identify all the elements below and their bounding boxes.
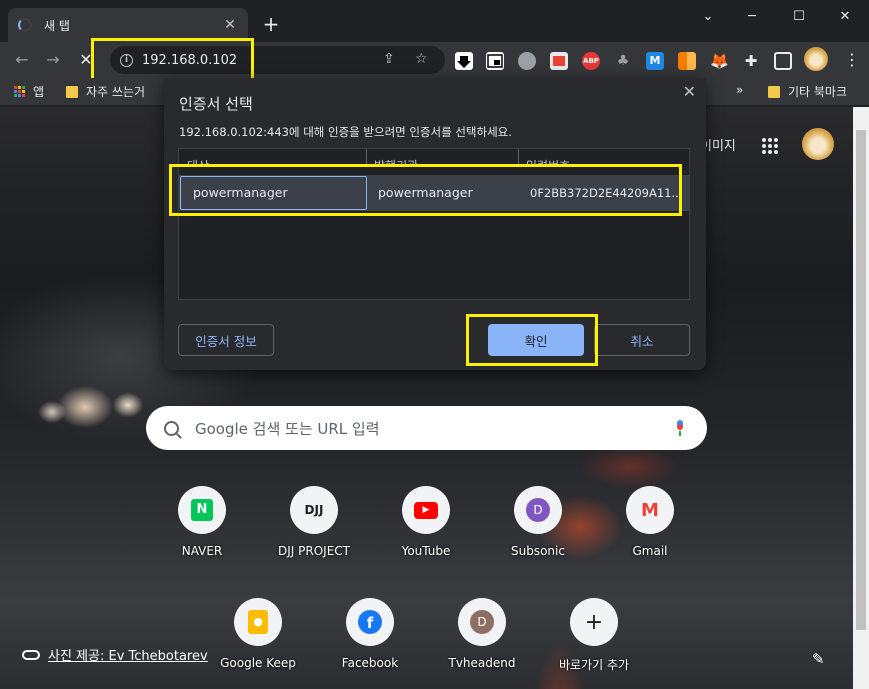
certificate-dialog: 인증서 선택 ✕ 192.168.0.102:443에 대해 인증을 받으려면 … <box>164 78 706 370</box>
camera-icon[interactable] <box>518 52 536 70</box>
certificate-info-button[interactable]: 인증서 정보 <box>178 324 274 356</box>
add-shortcut-plus-icon: + <box>570 598 618 646</box>
shortcut-facebook[interactable]: f Facebook <box>320 598 420 670</box>
photo-credit-text: 사진 제공: Ev Tchebotarev <box>48 649 208 664</box>
djj-icon: DJJ <box>290 486 338 534</box>
share-icon[interactable]: ⇪ <box>383 51 395 67</box>
puzzle-ext-icon[interactable]: ♣ <box>614 52 632 70</box>
account-avatar[interactable] <box>802 128 834 160</box>
youtube-icon: ▶ <box>402 486 450 534</box>
menu-kebab-icon[interactable]: ⋮ <box>842 50 862 70</box>
search-icon <box>164 420 179 436</box>
shortcut-naver[interactable]: N NAVER <box>152 486 252 558</box>
shortcut-label: Facebook <box>341 656 399 670</box>
bookmark-apps-label: 앱 <box>33 85 45 99</box>
pdf-icon[interactable] <box>550 52 568 70</box>
google-apps-icon[interactable] <box>762 138 778 154</box>
maximize-button[interactable]: ☐ <box>784 6 814 26</box>
bookmark-folder-frequent[interactable]: 자주 쓰는거 <box>66 83 145 100</box>
tvheadend-icon: D <box>458 598 506 646</box>
office-ext-icon[interactable] <box>678 52 696 70</box>
photo-credit-link[interactable]: 사진 제공: Ev Tchebotarev <box>22 645 208 664</box>
bookmark-other-folder[interactable]: 기타 북마크 <box>768 83 847 100</box>
loading-spinner-icon <box>18 18 32 32</box>
bookmark-other-label: 기타 북마크 <box>788 85 848 99</box>
metamask-fox-icon[interactable]: 🦊 <box>710 52 729 70</box>
toolbar: ← → ✕ i 192.168.0.102 ⇪ ☆ ABP ♣ M 🦊 ✚ ⋮ <box>0 38 869 84</box>
dialog-title: 인증서 선택 <box>179 95 253 113</box>
ok-highlight-box <box>466 314 598 366</box>
folder-icon <box>768 85 780 98</box>
shortcut-label: Gmail <box>632 544 668 558</box>
gmail-icon: M <box>626 486 674 534</box>
m-ext-icon[interactable]: M <box>646 52 664 70</box>
shortcut-label: Subsonic <box>511 544 565 558</box>
close-window-button[interactable]: ✕ <box>830 6 860 26</box>
naver-icon: N <box>178 486 226 534</box>
shortcut-gmail[interactable]: M Gmail <box>600 486 700 558</box>
shortcut-youtube[interactable]: ▶ YouTube <box>376 486 476 558</box>
search-box[interactable]: Google 검색 또는 URL 입력 <box>146 406 707 450</box>
shortcut-tvheadend[interactable]: D Tvheadend <box>432 598 532 670</box>
tab-new-tab[interactable]: 새 탭 ✕ <box>8 8 248 42</box>
minimize-button[interactable]: ─ <box>737 6 767 26</box>
link-icon <box>22 649 40 660</box>
shortcut-label: Tvheadend <box>448 656 516 670</box>
extensions-icon[interactable]: ✚ <box>742 52 760 70</box>
facebook-icon: f <box>346 598 394 646</box>
shortcut-label: DJJ PROJECT <box>278 544 350 558</box>
dialog-close-icon[interactable]: ✕ <box>683 82 696 101</box>
tab-title: 새 탭 <box>44 18 70 33</box>
forward-button[interactable]: → <box>43 50 63 70</box>
google-keep-icon: ● <box>234 598 282 646</box>
scrollbar-thumb[interactable] <box>856 130 866 630</box>
apps-grid-icon <box>14 86 25 97</box>
sidebar-icon[interactable] <box>774 52 792 70</box>
dialog-description: 192.168.0.102:443에 대해 인증을 받으려면 인증서를 선택하세… <box>179 125 512 139</box>
new-tab-button[interactable]: + <box>260 12 282 36</box>
row-highlight-box <box>169 164 682 216</box>
bookmark-folder-label: 자주 쓰는거 <box>86 85 146 99</box>
picture-in-picture-icon[interactable] <box>486 52 504 70</box>
search-input[interactable]: Google 검색 또는 URL 입력 <box>195 418 675 439</box>
bookmarks-overflow-button[interactable]: » <box>736 83 743 97</box>
table-header: 대상 발행기관 일련번호 <box>179 149 689 165</box>
profile-avatar-icon[interactable] <box>804 47 828 71</box>
shortcut-label: NAVER <box>181 544 223 558</box>
abp-icon[interactable]: ABP <box>582 52 600 70</box>
bookmark-apps[interactable]: 앱 <box>14 83 44 100</box>
shortcut-label: 바로가기 추가 <box>558 658 630 672</box>
microphone-icon[interactable] <box>675 420 685 436</box>
cancel-button[interactable]: 취소 <box>594 324 690 356</box>
customize-pencil-icon[interactable]: ✎ <box>812 650 825 668</box>
bookmark-star-icon[interactable]: ☆ <box>415 51 428 67</box>
shortcut-add[interactable]: + 바로가기 추가 <box>544 598 644 673</box>
folder-icon <box>66 85 78 98</box>
title-bar: 새 탭 ✕ + ⌄ ─ ☐ ✕ <box>0 0 869 42</box>
shortcut-subsonic[interactable]: D Subsonic <box>488 486 588 558</box>
download-icon[interactable] <box>455 52 473 70</box>
shortcut-label: Google Keep <box>220 656 296 670</box>
shortcut-djj-project[interactable]: DJJ DJJ PROJECT <box>264 486 364 558</box>
tab-search-icon[interactable]: ⌄ <box>693 6 723 26</box>
tab-close-icon[interactable]: ✕ <box>222 17 238 33</box>
subsonic-icon: D <box>514 486 562 534</box>
shortcut-google-keep[interactable]: ● Google Keep <box>208 598 308 670</box>
shortcut-label: YouTube <box>401 544 451 558</box>
back-button[interactable]: ← <box>12 50 32 70</box>
